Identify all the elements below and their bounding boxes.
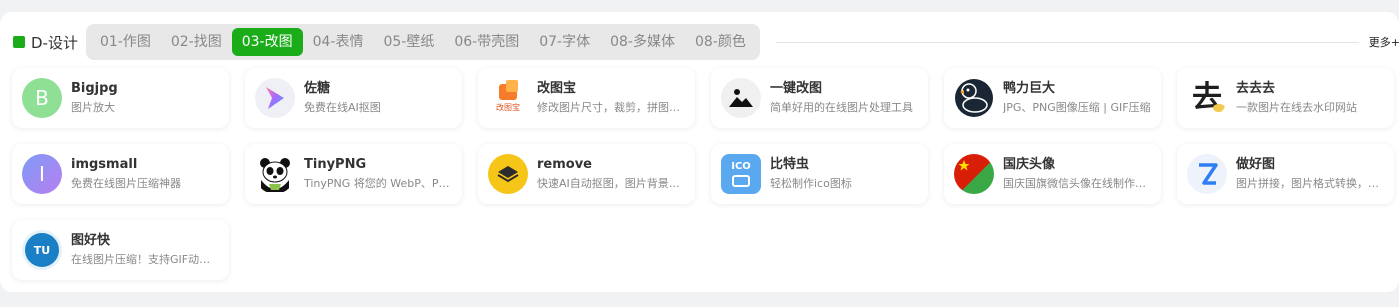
image-mountain-icon [721,78,761,118]
site-desc: JPG、PNG图像压缩 | GIF压缩 [1003,101,1151,114]
gaitubao-icon: 改图宝 [488,78,528,118]
site-desc: TinyPNG 将您的 WebP、PNG 和 JPEG [304,177,452,190]
site-desc: 快速AI自动抠图，图片背景消除 [537,177,685,190]
qu-icon: 去 [1187,78,1227,118]
site-card-zuotang[interactable]: 佐糖 免费在线AI抠图 [245,68,462,128]
site-card-tinypng[interactable]: TinyPNG TinyPNG 将您的 WebP、PNG 和 JPEG [245,144,462,204]
tab-07[interactable]: 07-字体 [529,28,600,56]
site-desc: 一款图片在线去水印网站 [1236,101,1357,114]
site-card-zuohaotu[interactable]: 做好图 图片拼接，图片格式转换，图片压缩 [1177,144,1394,204]
site-name: 国庆头像 [1003,157,1056,172]
site-card-yalijuda[interactable]: 鸭力巨大 JPG、PNG图像压缩 | GIF压缩 [944,68,1161,128]
site-card-yijiangaitu[interactable]: 一键改图 简单好用的在线图片处理工具 [711,68,928,128]
panda-icon [255,154,295,194]
site-card-bigjpg[interactable]: B Bigjpg 图片放大 [12,68,229,128]
site-name: 改图宝 [537,81,577,96]
category-header: D-设计 01-作图 02-找图 03-改图 04-表情 05-壁纸 06-带壳… [13,24,1399,60]
tab-08-multimedia[interactable]: 08-多媒体 [600,28,685,56]
more-link[interactable]: 更多+ [1369,34,1399,50]
site-name: 佐糖 [304,81,331,96]
site-card-remove[interactable]: remove 快速AI自动抠图，图片背景消除 [478,144,695,204]
duck-icon [954,78,994,118]
layers-icon [488,154,528,194]
tab-01[interactable]: 01-作图 [90,28,161,56]
bigjpg-icon: B [22,78,62,118]
tab-04[interactable]: 04-表情 [303,28,374,56]
site-card-quququ[interactable]: 去 去去去 一款图片在线去水印网站 [1177,68,1394,128]
site-name: 去去去 [1236,81,1276,96]
site-desc: 图片放大 [71,101,115,114]
site-card-tuhaokuai[interactable]: TU 图好快 在线图片压缩！支持GIF动态图 [12,220,229,280]
site-name: 做好图 [1236,157,1276,172]
subcategory-tabs: 01-作图 02-找图 03-改图 04-表情 05-壁纸 06-带壳图 07-… [85,24,760,60]
ico-icon: ICO [721,154,761,194]
zuotang-icon [255,78,295,118]
site-card-guoqing-touxiang[interactable]: 国庆头像 国庆国旗微信头像在线制作生成 [944,144,1161,204]
site-desc: 修改图片尺寸，裁剪，拼图，压缩 [537,101,685,114]
site-desc: 轻松制作ico图标 [770,177,852,190]
tab-02[interactable]: 02-找图 [161,28,232,56]
tab-03[interactable]: 03-改图 [231,28,303,56]
site-name: 鸭力巨大 [1003,81,1056,96]
tab-06[interactable]: 06-带壳图 [444,28,529,56]
site-desc: 免费在线图片压缩神器 [71,177,181,190]
site-card-gaitubao[interactable]: 改图宝 改图宝 修改图片尺寸，裁剪，拼图，压缩 [478,68,695,128]
site-name: 比特虫 [770,157,810,172]
site-name: 一键改图 [770,81,823,96]
site-desc: 免费在线AI抠图 [304,101,381,114]
imgsmall-icon: I [22,154,62,194]
site-name: 图好快 [71,233,111,248]
category-title: D-设计 [31,33,78,52]
site-card-imgsmall[interactable]: I imgsmall 免费在线图片压缩神器 [12,144,229,204]
header-divider [775,41,1359,43]
flag-avatar-icon [954,154,994,194]
tuhaokuai-icon: TU [22,230,62,270]
site-desc: 图片拼接，图片格式转换，图片压缩 [1236,177,1384,190]
site-name: imgsmall [71,157,138,172]
tab-08-color[interactable]: 08-颜色 [685,28,756,56]
site-name: Bigjpg [71,81,118,96]
site-grid: B Bigjpg 图片放大 佐糖 免费在线AI抠图 改图宝 改图宝 修改图片尺寸… [12,68,1394,280]
site-card-bitechong[interactable]: ICO 比特虫 轻松制作ico图标 [711,144,928,204]
site-name: remove [537,157,592,172]
tab-05[interactable]: 05-壁纸 [373,28,444,56]
site-name: TinyPNG [304,157,367,172]
zuohaotu-icon [1187,154,1227,194]
site-desc: 在线图片压缩！支持GIF动态图 [71,253,219,266]
site-desc: 国庆国旗微信头像在线制作生成 [1003,177,1151,190]
site-desc: 简单好用的在线图片处理工具 [770,101,913,114]
category-marker-icon [13,36,25,48]
